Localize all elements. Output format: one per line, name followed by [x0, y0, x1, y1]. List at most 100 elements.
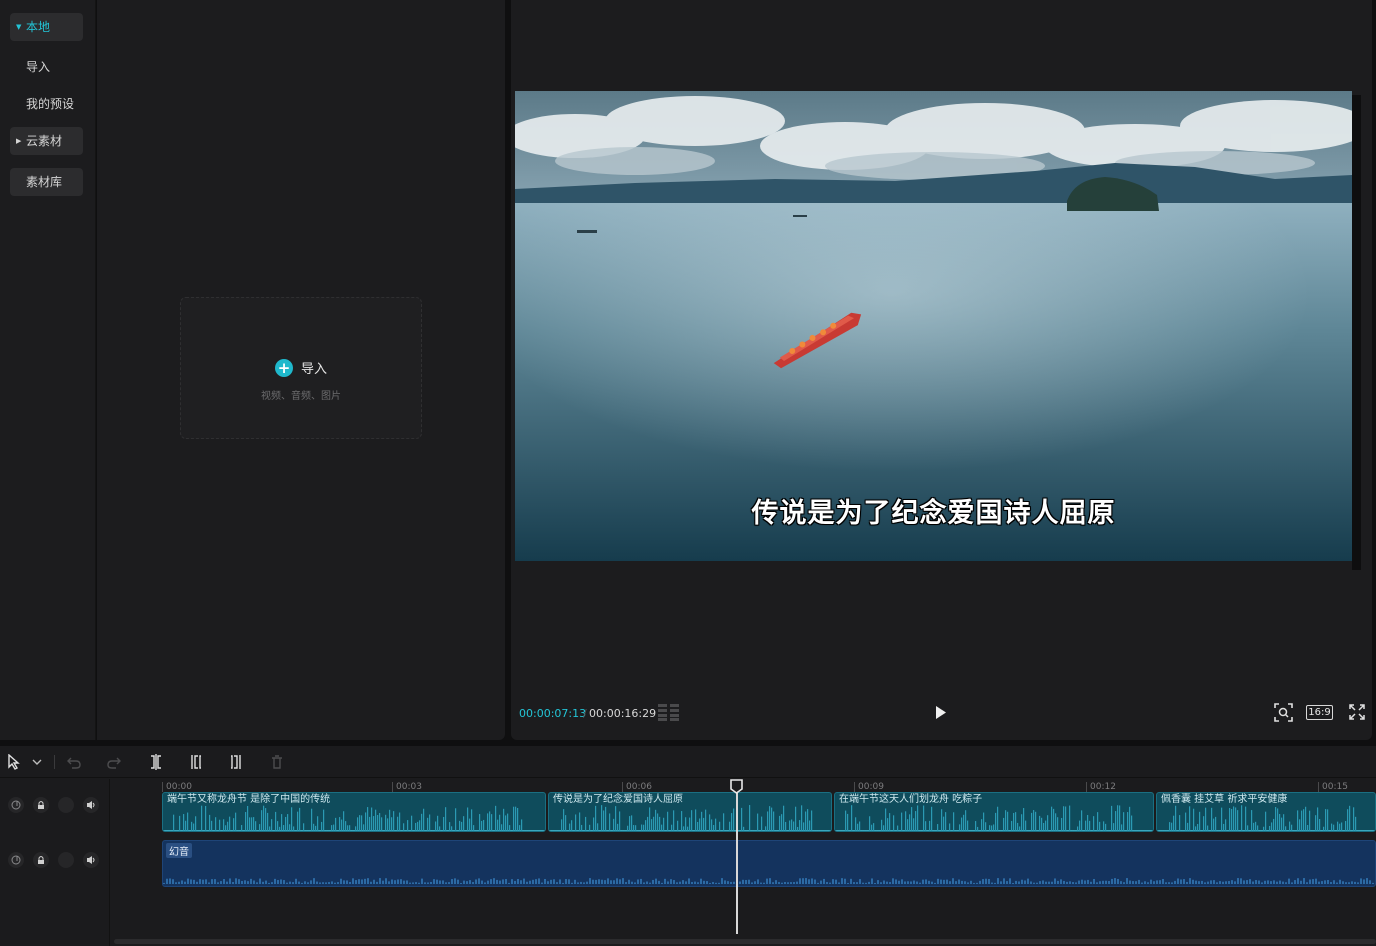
speaker-icon[interactable]	[83, 852, 99, 868]
music-waveform-bar	[808, 879, 810, 884]
fullscreen-icon[interactable]	[1349, 704, 1365, 720]
waveform-bar	[649, 807, 651, 831]
waveform-bar	[581, 824, 583, 831]
undo-icon[interactable]	[67, 754, 81, 770]
lock-icon[interactable]	[33, 797, 49, 813]
trash-icon[interactable]	[270, 754, 284, 770]
select-tool-icon[interactable]	[7, 754, 21, 770]
waveform-bar	[379, 813, 381, 831]
music-waveform-bar	[418, 882, 420, 884]
voice-clip[interactable]: 在端午节这天人们划龙舟 吃粽子	[834, 792, 1154, 832]
fit-view-icon[interactable]	[1274, 703, 1293, 722]
music-waveform-bar	[391, 879, 393, 884]
music-waveform-bar	[1195, 880, 1197, 884]
track-header-2	[8, 850, 103, 870]
waveform-bar	[671, 824, 673, 831]
visibility-icon[interactable]	[58, 852, 74, 868]
music-waveform-bar	[628, 879, 630, 884]
video-preview[interactable]: 传说是为了纪念爱国诗人屈原	[515, 91, 1352, 561]
waveform-baseline	[163, 830, 545, 831]
music-waveform-bar	[337, 882, 339, 884]
waveform-bar	[663, 817, 665, 831]
timeline-scrollbar[interactable]	[114, 939, 1376, 944]
music-waveform-bar	[1093, 878, 1095, 884]
waveform-bar	[1355, 816, 1357, 831]
split-icon[interactable]	[149, 754, 163, 770]
waveform-bar	[681, 811, 683, 831]
music-waveform-bar	[1192, 879, 1194, 884]
redo-icon[interactable]	[107, 754, 121, 770]
visibility-icon[interactable]	[58, 797, 74, 813]
import-dropzone[interactable]: + 导入 视频、音频、图片	[180, 297, 422, 439]
playhead-handle[interactable]	[730, 779, 743, 794]
waveform-bar	[373, 816, 375, 831]
waveform-bar	[1315, 815, 1317, 831]
sidebar-item-local[interactable]: ▼ 本地	[10, 13, 83, 41]
sidebar-item-import[interactable]: 导入	[26, 58, 50, 75]
playhead[interactable]	[736, 786, 738, 934]
waveform-bar	[1277, 808, 1279, 831]
music-waveform-bar	[1036, 882, 1038, 884]
waveform-bar	[507, 813, 509, 831]
sidebar-item-cloud[interactable]: ▶ 云素材	[10, 127, 83, 155]
music-waveform-bar	[1339, 879, 1341, 884]
import-row: + 导入	[181, 358, 421, 377]
music-waveform-bar	[433, 879, 435, 884]
waveform-bar	[1285, 826, 1287, 831]
timeline-toolbar	[0, 746, 1376, 778]
music-waveform-bar	[271, 882, 273, 884]
waveform-bar	[1103, 821, 1105, 831]
music-waveform-bar	[637, 879, 639, 884]
music-waveform-bar	[1246, 880, 1248, 884]
waveform-bar	[365, 812, 367, 831]
waveform-bar	[929, 820, 931, 831]
music-waveform-bar	[673, 880, 675, 884]
chevron-down-icon[interactable]	[32, 754, 42, 770]
music-clip[interactable]: 幻音	[162, 840, 1376, 887]
music-waveform-bar	[712, 882, 714, 884]
waveform-bar	[271, 819, 273, 831]
audio-track-icon[interactable]	[8, 852, 24, 868]
waveform-bar	[807, 809, 809, 831]
sidebar-item-library[interactable]: 素材库	[10, 168, 83, 196]
waveform-bar	[847, 813, 849, 831]
voice-clip[interactable]: 佩香囊 挂艾草 祈求平安健康	[1156, 792, 1376, 832]
voice-clip[interactable]: 传说是为了纪念爱国诗人屈原	[548, 792, 832, 832]
music-waveform-bar	[970, 880, 972, 884]
voice-clip[interactable]: 端午节又称龙舟节 是除了中国的传统	[162, 792, 546, 832]
lock-icon[interactable]	[33, 852, 49, 868]
music-waveform-bar	[565, 879, 567, 884]
music-waveform-bar	[1060, 879, 1062, 884]
audio-track-icon[interactable]	[8, 797, 24, 813]
music-waveform-bar	[982, 879, 984, 884]
waveform-bar	[937, 824, 939, 831]
speaker-icon[interactable]	[83, 797, 99, 813]
waveform-bar	[1031, 812, 1033, 831]
waveform-bar	[219, 819, 221, 831]
waveform-bar	[1131, 815, 1133, 831]
music-waveform-bar	[1084, 880, 1086, 884]
music-waveform-bar	[301, 882, 303, 884]
track-area[interactable]: 00:00 00:03 00:06 00:09 00:12 00:15 端午节又…	[110, 779, 1376, 939]
music-waveform-bar	[934, 882, 936, 884]
delete-right-icon[interactable]	[229, 754, 243, 770]
music-waveform-bar	[718, 882, 720, 884]
waveform-bar	[1053, 808, 1055, 831]
sidebar-item-presets[interactable]: 我的预设	[26, 95, 74, 112]
play-icon[interactable]	[933, 704, 949, 721]
waveform-bar	[341, 819, 343, 831]
music-waveform-bar	[994, 882, 996, 884]
delete-left-icon[interactable]	[189, 754, 203, 770]
waveform-bar	[1123, 812, 1125, 831]
music-waveform-bar	[1282, 881, 1284, 884]
music-waveform-bar	[1165, 882, 1167, 884]
music-waveform-bar	[295, 878, 297, 884]
music-waveform-bar	[973, 882, 975, 884]
waveform-bar	[377, 815, 379, 831]
aspect-ratio-button[interactable]: 16:9	[1306, 705, 1333, 720]
grid-icon[interactable]	[658, 704, 680, 721]
waveform-bar	[1245, 806, 1247, 831]
waveform-bar	[205, 805, 207, 831]
music-waveform-bar	[1303, 878, 1305, 884]
music-waveform-bar	[349, 881, 351, 884]
